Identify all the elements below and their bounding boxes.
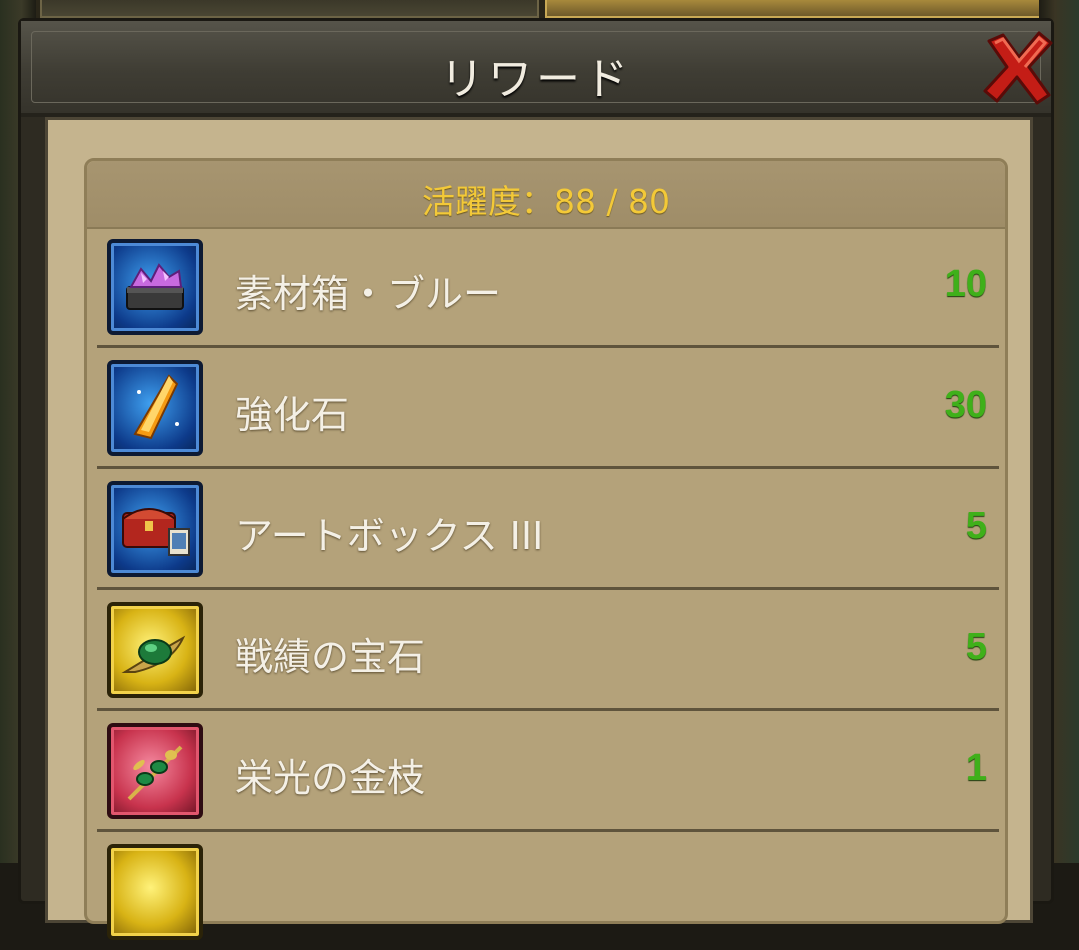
reward-window: リワード 活躍度：88 / 80 素材箱・ブルー 10 強化石 30 アートボッ… — [18, 18, 1054, 940]
reward-row[interactable]: 栄光の金枝 1 — [97, 711, 999, 832]
reward-row[interactable]: 強化石 30 — [97, 348, 999, 469]
activity-score: 活躍度：88 / 80 — [421, 182, 671, 221]
reward-name: 栄光の金枝 — [235, 756, 426, 800]
art-box-icon — [107, 481, 203, 577]
reward-row[interactable]: 素材箱・ブルー 10 — [97, 227, 999, 348]
window-body: 活躍度：88 / 80 素材箱・ブルー 10 強化石 30 アートボックス II… — [45, 117, 1033, 940]
reward-name: 強化石 — [235, 393, 350, 437]
battle-gem-icon — [107, 602, 203, 698]
reward-row-partial[interactable] — [97, 832, 999, 950]
activity-bar: 活躍度：88 / 80 — [87, 161, 1005, 229]
window-header: リワード — [21, 21, 1053, 117]
reward-count: 5 — [965, 626, 987, 668]
reward-list-panel: 活躍度：88 / 80 素材箱・ブルー 10 強化石 30 アートボックス II… — [84, 158, 1008, 940]
reward-count: 30 — [944, 384, 987, 426]
material-box-icon — [107, 239, 203, 335]
reward-name: 戦績の宝石 — [235, 635, 426, 679]
golden-branch-icon — [107, 723, 203, 819]
partial-reward-icon — [107, 844, 203, 940]
reward-count: 10 — [944, 263, 987, 305]
background-tab-left — [40, 0, 539, 18]
reward-name: アートボックス III — [235, 514, 544, 558]
enhancement-stone-icon — [107, 360, 203, 456]
reward-name: 素材箱・ブルー — [235, 272, 502, 316]
background-tab-right — [545, 0, 1044, 18]
window-title: リワード — [440, 54, 632, 105]
close-button[interactable] — [981, 27, 1055, 107]
reward-count: 1 — [965, 747, 987, 789]
reward-row[interactable]: アートボックス III 5 — [97, 469, 999, 590]
reward-count: 5 — [965, 505, 987, 547]
reward-row[interactable]: 戦績の宝石 5 — [97, 590, 999, 711]
close-icon — [983, 31, 1053, 105]
